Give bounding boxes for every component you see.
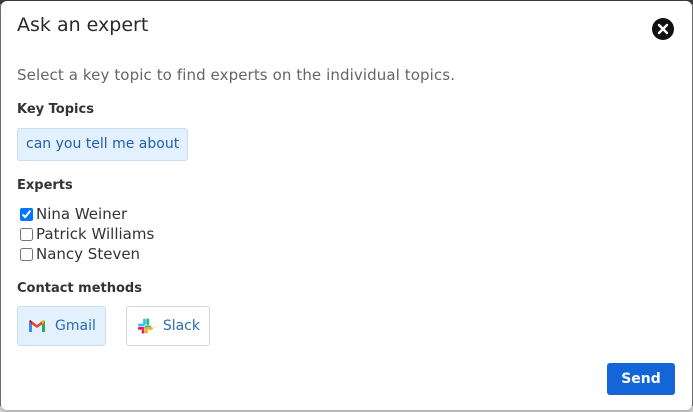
gmail-label: Gmail	[55, 318, 96, 334]
intro-text: Select a key topic to find experts on th…	[17, 66, 456, 84]
dialog-title: Ask an expert	[17, 14, 149, 36]
expert-checkbox[interactable]	[20, 207, 33, 221]
expert-name: Nancy Steven	[36, 245, 141, 263]
expert-checkbox[interactable]	[20, 227, 33, 241]
send-button[interactable]: Send	[607, 363, 675, 395]
expert-checkbox[interactable]	[20, 247, 33, 261]
expert-option-patrick-williams[interactable]: Patrick Williams	[20, 224, 154, 244]
slack-button[interactable]: Slack	[126, 306, 210, 346]
expert-option-nina-weiner[interactable]: Nina Weiner	[20, 204, 127, 224]
expert-name: Nina Weiner	[36, 205, 128, 223]
close-button[interactable]	[652, 18, 674, 40]
contact-methods-label: Contact methods	[17, 281, 142, 296]
expert-name: Patrick Williams	[36, 225, 155, 243]
key-topics-label: Key Topics	[17, 102, 94, 117]
slack-icon	[137, 318, 153, 334]
experts-label: Experts	[17, 178, 73, 193]
slack-label: Slack	[162, 318, 200, 334]
ask-expert-dialog: Ask an expert Select a key topic to find…	[1, 1, 692, 410]
gmail-icon	[29, 320, 45, 332]
topic-chip[interactable]: can you tell me about	[17, 128, 189, 161]
close-icon	[657, 23, 669, 35]
expert-option-nancy-steven[interactable]: Nancy Steven	[20, 244, 140, 264]
gmail-button[interactable]: Gmail	[17, 306, 106, 346]
